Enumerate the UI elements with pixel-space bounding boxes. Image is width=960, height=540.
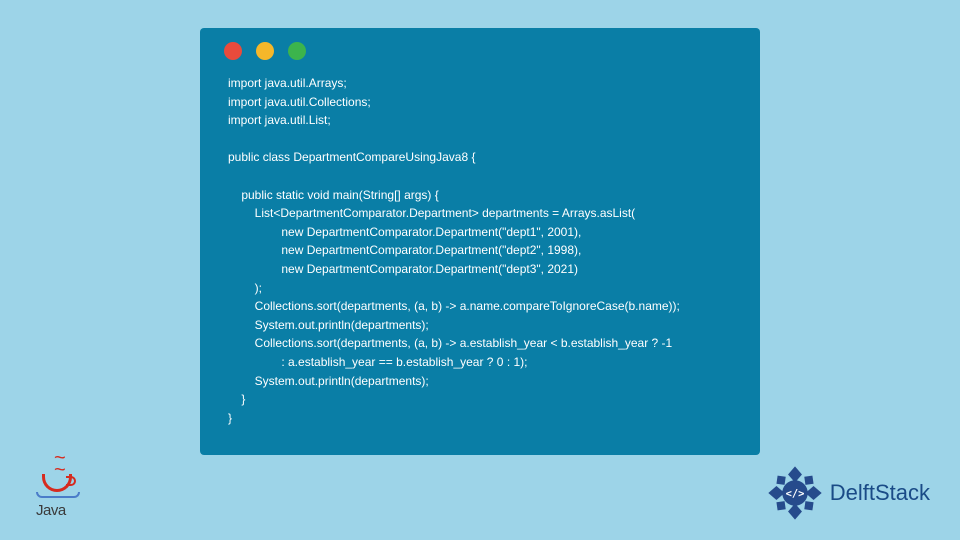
code-body: import java.util.Arrays; import java.uti… <box>200 68 760 435</box>
svg-text:</>: </> <box>785 488 804 500</box>
java-logo: ~~ Java <box>32 450 88 522</box>
delftstack-logo: </> DelftStack <box>766 464 930 522</box>
cup-handle-icon <box>66 476 76 486</box>
steam-icon: ~~ <box>54 452 66 476</box>
delftstack-icon: </> <box>766 464 824 522</box>
code-window: import java.util.Arrays; import java.uti… <box>200 28 760 455</box>
maximize-icon[interactable] <box>288 42 306 60</box>
close-icon[interactable] <box>224 42 242 60</box>
window-titlebar <box>200 28 760 68</box>
saucer-icon <box>36 492 80 498</box>
delftstack-label: DelftStack <box>830 480 930 506</box>
minimize-icon[interactable] <box>256 42 274 60</box>
java-label: Java <box>36 502 66 519</box>
